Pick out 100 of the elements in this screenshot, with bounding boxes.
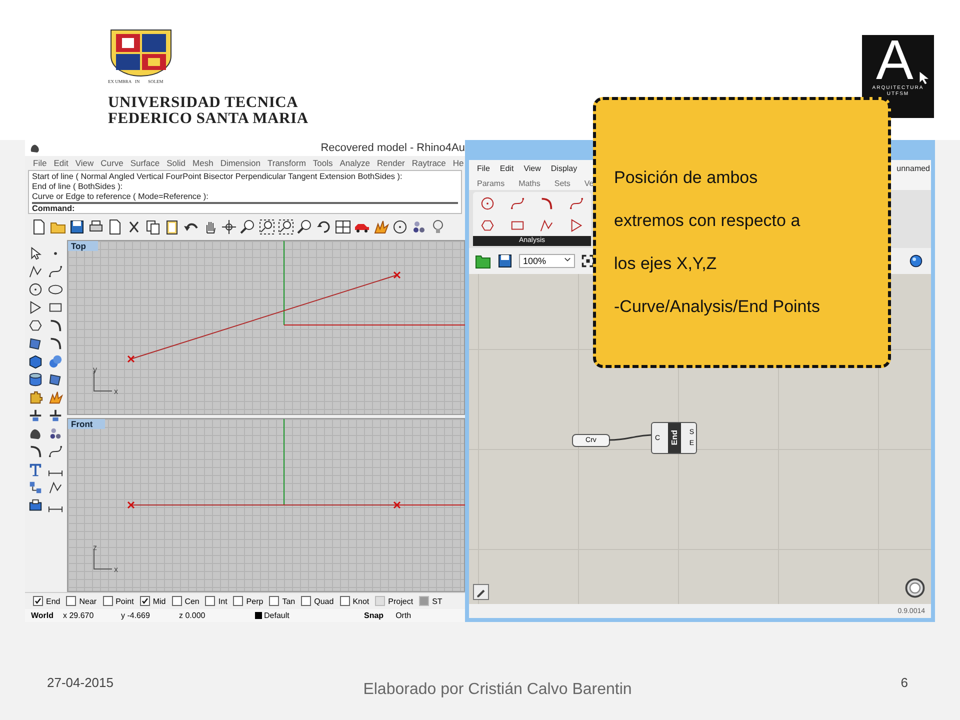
dots-icon[interactable] xyxy=(411,219,427,235)
tee-icon[interactable] xyxy=(28,408,42,422)
status-toggle[interactable]: Orth xyxy=(396,611,412,620)
sketch-button[interactable] xyxy=(473,584,489,600)
light-bulb-icon[interactable] xyxy=(430,219,446,235)
menu-item[interactable]: He xyxy=(452,158,464,168)
ribbon-tab[interactable]: Sets xyxy=(554,178,570,188)
status-toggle[interactable]: Snap xyxy=(364,611,384,620)
copy-icon[interactable] xyxy=(145,219,161,235)
zoom-icon[interactable] xyxy=(297,219,313,235)
zoom-dropdown[interactable]: 100% xyxy=(519,254,575,268)
menu-item[interactable]: Tools xyxy=(312,158,333,168)
circle-icon[interactable] xyxy=(392,219,408,235)
menu-item[interactable]: File xyxy=(477,164,490,172)
checkbox[interactable] xyxy=(205,596,216,606)
ribbon-tab[interactable]: Ve xyxy=(584,178,594,188)
surface-icon[interactable] xyxy=(48,372,62,386)
ribbon-tab[interactable]: Params xyxy=(477,178,505,188)
triangle-icon[interactable] xyxy=(28,300,42,314)
surface-icon[interactable] xyxy=(28,336,42,350)
box-icon[interactable] xyxy=(28,498,42,512)
menu-item[interactable]: Surface xyxy=(130,158,160,168)
blob-icon xyxy=(29,142,41,154)
hexagon-icon[interactable] xyxy=(480,218,496,232)
menu-item[interactable]: Edit xyxy=(500,164,514,172)
viewport-tab[interactable]: Top xyxy=(68,241,98,251)
polyline-icon[interactable] xyxy=(28,264,42,278)
menu-item[interactable]: Solid xyxy=(166,158,186,168)
axis-label: y xyxy=(93,365,97,374)
checkbox-label: Tan xyxy=(282,596,296,606)
save-icon[interactable] xyxy=(69,219,85,235)
checkbox[interactable] xyxy=(301,596,312,606)
callout-text: extremos con respecto a xyxy=(614,210,802,232)
zoom-icon[interactable] xyxy=(240,219,256,235)
circle-icon[interactable] xyxy=(480,196,496,210)
folder-icon[interactable] xyxy=(475,253,491,269)
checkbox-label: Point xyxy=(116,596,134,606)
save-icon[interactable] xyxy=(497,253,513,269)
sphere-icon[interactable] xyxy=(909,254,923,268)
checkbox-label: Int xyxy=(218,596,228,606)
menu-item[interactable]: View xyxy=(524,164,541,172)
zoom-window-icon[interactable] xyxy=(259,219,275,235)
puzzle-icon[interactable] xyxy=(28,390,42,404)
checkbox[interactable] xyxy=(140,596,150,606)
blocks-icon[interactable] xyxy=(28,480,42,494)
menu-item[interactable]: Edit xyxy=(54,158,68,168)
curve-icon[interactable] xyxy=(48,444,62,458)
document-icon[interactable] xyxy=(107,219,123,235)
burst-icon[interactable] xyxy=(373,219,389,235)
point-marker xyxy=(127,500,135,508)
tee-icon[interactable] xyxy=(48,408,62,422)
hexagon-icon[interactable] xyxy=(28,318,42,332)
checkbox[interactable] xyxy=(233,596,244,606)
checkbox-label: Cen xyxy=(184,596,200,606)
menu-item[interactable]: Render xyxy=(377,158,405,168)
command-history-line: Start of line ( Normal Angled Vertical FourPoint Bisector Perpendicular Tangent Extension BothSides ): xyxy=(32,172,404,182)
checkbox[interactable] xyxy=(269,596,280,606)
curve-icon[interactable] xyxy=(568,196,584,210)
text-tool-icon[interactable] xyxy=(28,462,42,476)
checkbox[interactable] xyxy=(102,596,113,606)
polyline-icon[interactable] xyxy=(48,480,62,494)
menu-item[interactable]: Curve xyxy=(100,158,124,168)
checkbox[interactable] xyxy=(33,596,43,606)
rotate-icon[interactable] xyxy=(316,219,332,235)
circle-icon[interactable] xyxy=(28,282,42,296)
component-name: End xyxy=(668,423,682,453)
wire xyxy=(609,434,652,441)
checkbox[interactable] xyxy=(172,596,182,606)
check-icon xyxy=(140,597,149,605)
zoom-extents-icon[interactable] xyxy=(581,254,595,268)
move-icon[interactable] xyxy=(221,219,237,235)
caret-icon xyxy=(564,256,571,263)
menu-item[interactable]: Mesh xyxy=(192,158,214,168)
cube-icon[interactable] xyxy=(28,354,42,368)
burst-icon[interactable] xyxy=(48,390,62,404)
four-viewports-icon[interactable] xyxy=(335,219,351,235)
check-icon xyxy=(34,597,42,605)
menu-item[interactable]: Dimension xyxy=(220,158,260,168)
arc-icon[interactable] xyxy=(539,196,554,210)
compass-icon[interactable] xyxy=(905,578,925,598)
ribbon-tab[interactable]: Maths xyxy=(518,178,540,188)
curve-icon[interactable] xyxy=(48,264,62,278)
spheres-icon[interactable] xyxy=(48,354,62,368)
polyline-icon[interactable] xyxy=(539,218,554,232)
viewport-tab[interactable]: Front xyxy=(68,418,105,428)
menu-item[interactable]: View xyxy=(75,158,94,168)
dots-icon[interactable] xyxy=(48,426,62,440)
menu-item[interactable]: Analyze xyxy=(340,158,370,168)
checkbox[interactable] xyxy=(340,596,350,606)
zoom-window-icon[interactable] xyxy=(278,219,294,235)
document-icon[interactable] xyxy=(31,219,47,235)
triangle-icon[interactable] xyxy=(568,218,584,232)
checkbox[interactable] xyxy=(66,596,76,606)
menu-item[interactable]: Display xyxy=(550,164,578,172)
menu-item[interactable]: Transform xyxy=(267,158,306,168)
menu-item[interactable]: Raytrace xyxy=(412,158,446,168)
curve-icon[interactable] xyxy=(510,196,525,210)
menu-item[interactable]: File xyxy=(33,158,47,168)
cylinder-icon[interactable] xyxy=(28,372,42,386)
clipboard-icon[interactable] xyxy=(164,219,180,235)
